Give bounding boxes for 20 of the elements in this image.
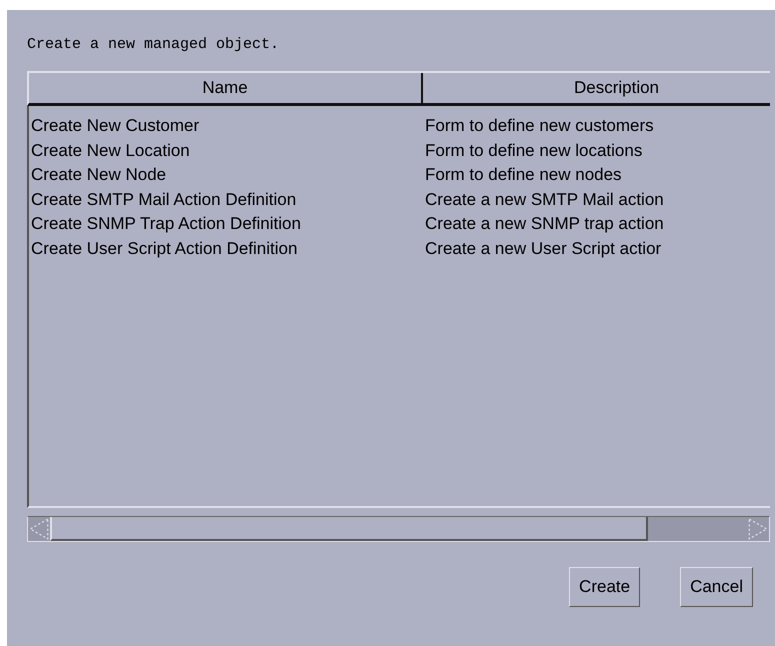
table-cell[interactable]: Create New Location bbox=[29, 140, 425, 161]
table-cell[interactable]: Create SMTP Mail Action Definition bbox=[29, 190, 425, 210]
scroll-right-icon[interactable] bbox=[747, 517, 769, 541]
table-cell[interactable]: Create New Customer bbox=[29, 116, 425, 136]
table-cell[interactable]: Create a new SMTP Mail action bbox=[425, 190, 770, 210]
column-header[interactable]: Name bbox=[29, 73, 423, 103]
dialog-button[interactable]: Create bbox=[569, 567, 640, 607]
table-cell[interactable]: Create New Node bbox=[29, 165, 425, 186]
table-cell[interactable]: Form to define new locations bbox=[425, 140, 770, 161]
horizontal-scrollbar[interactable] bbox=[27, 516, 770, 542]
table-cell[interactable]: Form to define new nodes bbox=[425, 165, 770, 186]
dialog-button[interactable]: Cancel bbox=[680, 567, 753, 607]
column-header[interactable]: Description bbox=[423, 73, 770, 103]
scroll-thumb[interactable] bbox=[50, 517, 648, 541]
prompt-text: Create a new managed object. bbox=[27, 36, 280, 55]
table-cell[interactable]: Create a new SNMP trap action bbox=[425, 214, 770, 234]
table-cell[interactable]: Create a new User Script actior bbox=[425, 238, 770, 259]
table-cell[interactable]: Create SNMP Trap Action Definition bbox=[29, 214, 425, 234]
table-cell[interactable]: Form to define new customers bbox=[425, 116, 770, 136]
table-cell[interactable]: Create User Script Action Definition bbox=[29, 238, 425, 259]
